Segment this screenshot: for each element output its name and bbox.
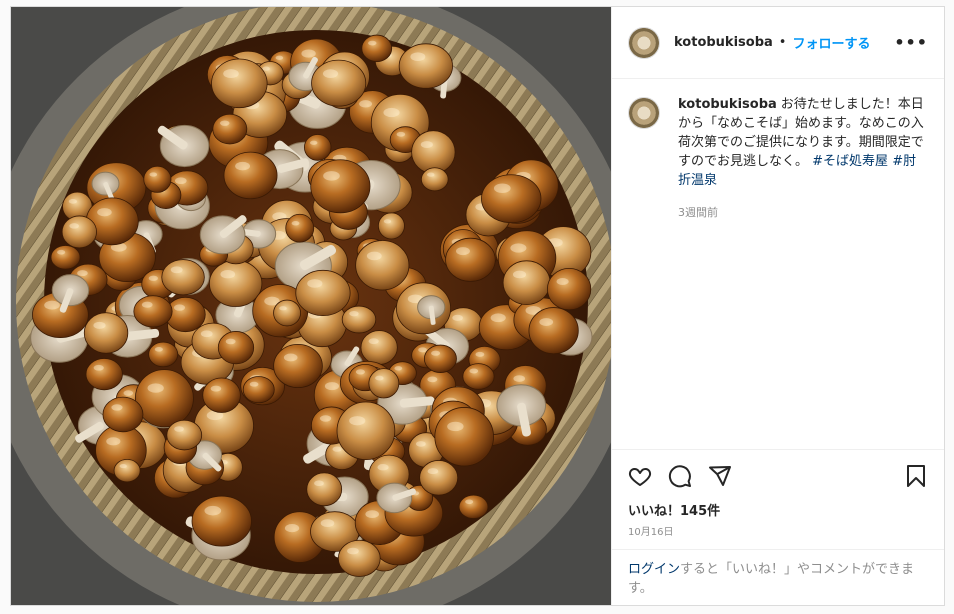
post-side-panel: kotobukisoba • フォローする ••• kotobukisoba お待… [611,7,944,605]
bookmark-icon[interactable] [902,462,930,490]
follow-button[interactable]: フォローする [792,33,870,52]
login-link[interactable]: ログイン [628,562,680,577]
action-bar [612,449,944,501]
header-username[interactable]: kotobukisoba [674,35,773,50]
separator-dot: • [778,35,787,50]
likes-count[interactable]: いいね！145件 [612,501,944,523]
post-image[interactable] [11,7,611,605]
post-card: kotobukisoba • フォローする ••• kotobukisoba お待… [10,6,945,606]
post-date[interactable]: 10月16日 [612,523,944,549]
hashtag-link[interactable]: #そば処寿屋 [812,154,888,169]
avatar[interactable] [628,26,660,59]
caption-comment: kotobukisoba お待たせしました！本日から「なめこそば」始めます。なめこ… [628,95,928,220]
more-options-icon[interactable]: ••• [894,33,928,52]
caption-timestamp[interactable]: 3週間前 [678,204,928,220]
heart-icon[interactable] [626,462,654,490]
login-prompt: ログインすると「いいね！」やコメントができます。 [612,549,944,605]
comments-section: kotobukisoba お待たせしました！本日から「なめこそば」始めます。なめこ… [612,79,944,449]
mushroom-basket-image [11,7,611,605]
comment-icon[interactable] [666,462,694,490]
post-header: kotobukisoba • フォローする ••• [612,7,944,79]
caption-body: kotobukisoba お待たせしました！本日から「なめこそば」始めます。なめこ… [678,95,928,190]
caption-username[interactable]: kotobukisoba [678,97,777,112]
caption-avatar[interactable] [628,97,660,129]
share-icon[interactable] [706,462,734,490]
